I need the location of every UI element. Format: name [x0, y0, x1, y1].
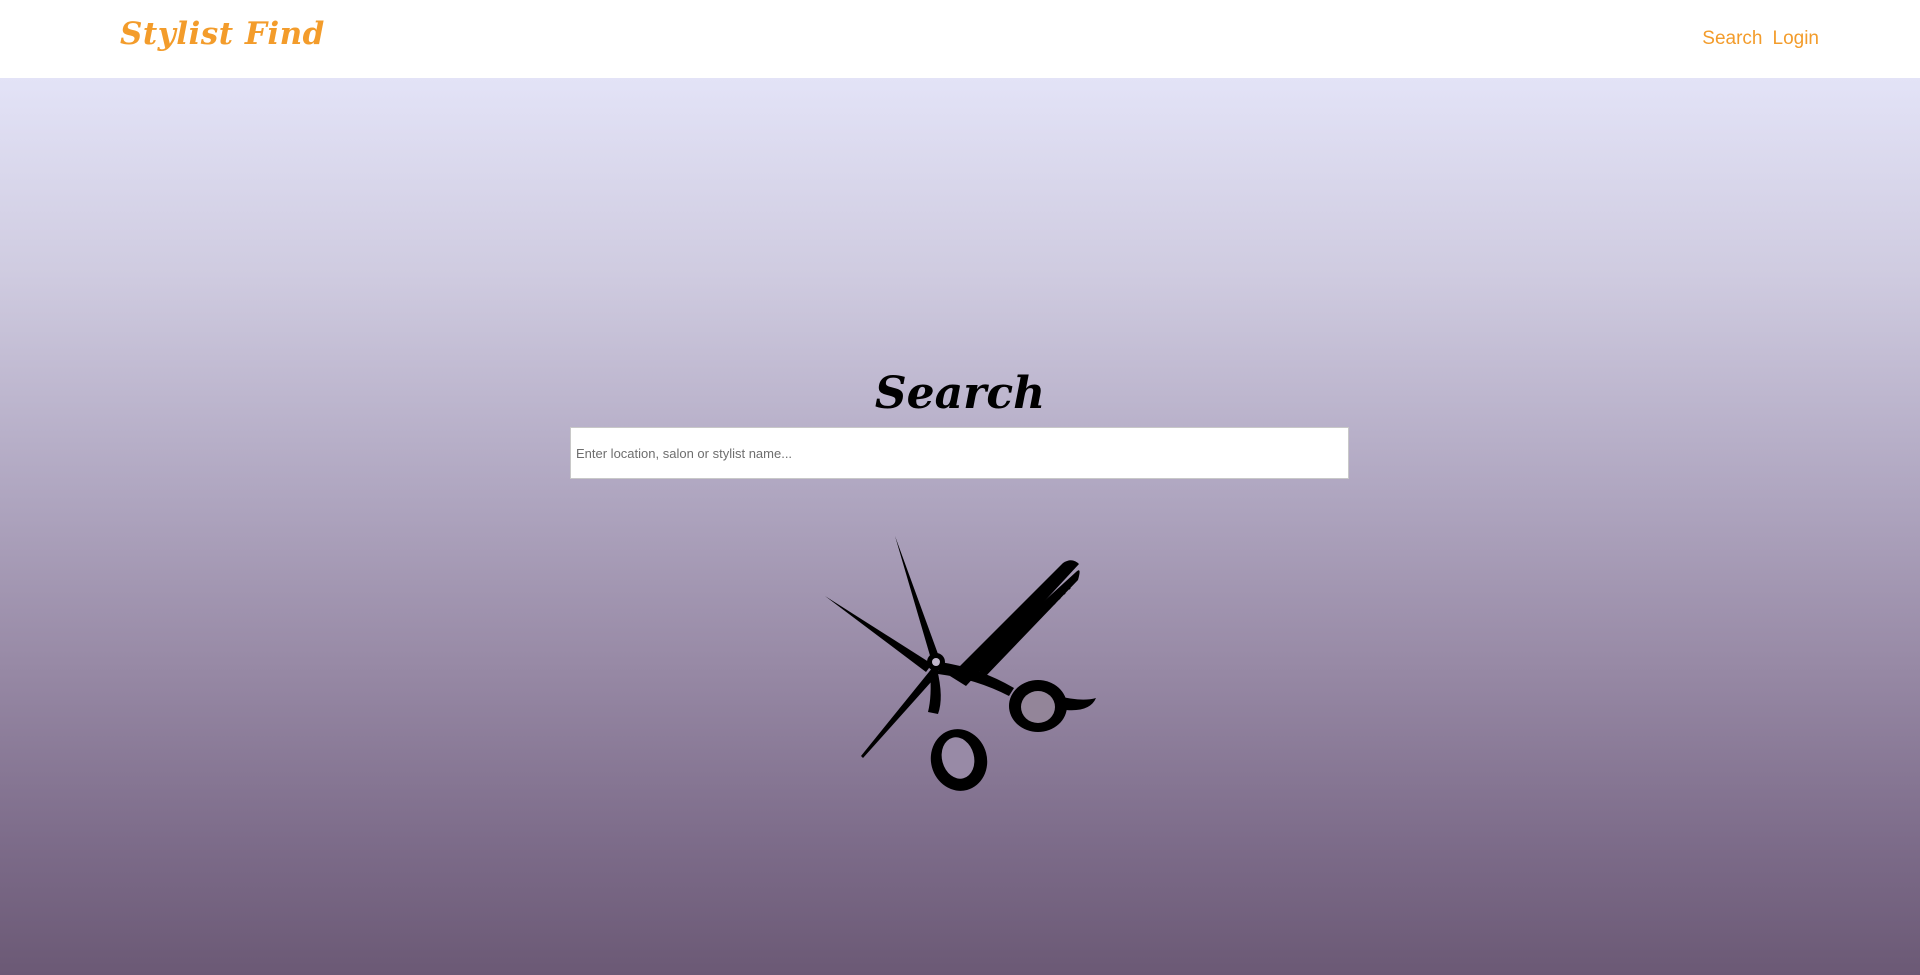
navbar: Stylist Find Search Login — [0, 0, 1920, 78]
nav-login-link[interactable]: Login — [1773, 28, 1820, 50]
hero-section: Search — [0, 78, 1920, 975]
comb-icon — [950, 560, 1080, 686]
page-title: Search — [874, 368, 1046, 419]
nav-links: Search Login — [1702, 28, 1819, 50]
scissors-and-comb-icon — [825, 536, 1096, 791]
brand-logo-link[interactable]: Stylist Find — [120, 16, 325, 52]
search-input[interactable] — [570, 427, 1349, 479]
nav-search-link[interactable]: Search — [1702, 28, 1762, 50]
